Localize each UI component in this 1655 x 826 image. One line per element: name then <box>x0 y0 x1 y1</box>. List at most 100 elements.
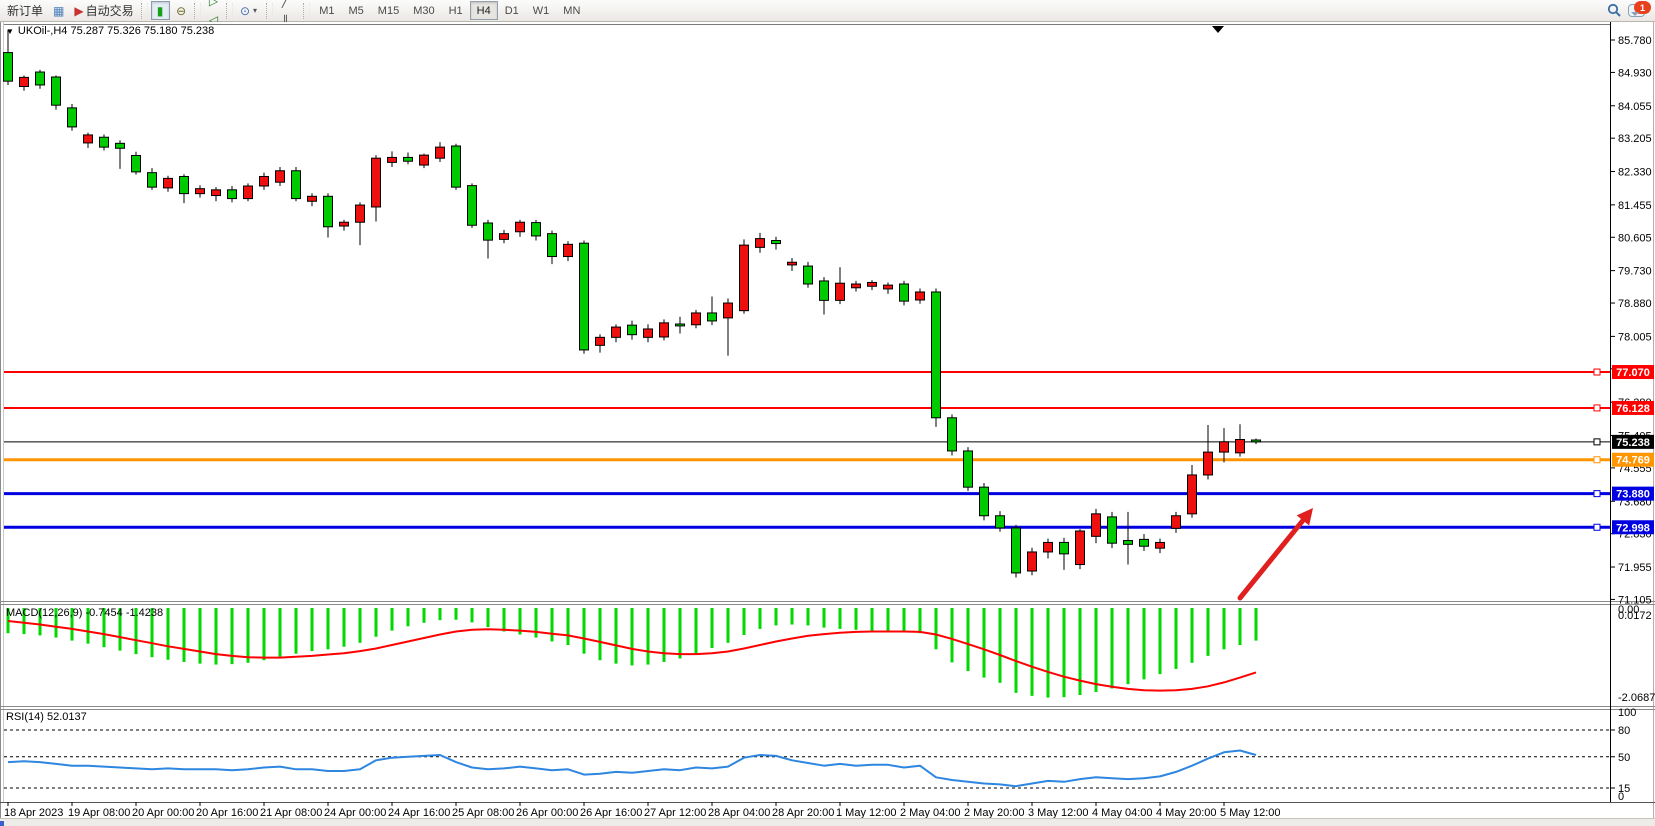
time-label: 28 Apr 04:00 <box>708 807 770 818</box>
candle-body <box>148 173 157 187</box>
price-badge-label: 73.880 <box>1616 489 1650 501</box>
macd-histogram-bar <box>535 608 538 638</box>
auto-scroll-button[interactable]: ▷ <box>204 0 223 11</box>
candle-body <box>868 282 877 286</box>
candle-body <box>964 451 973 487</box>
autotrade-label: 自动交易 <box>86 2 134 19</box>
candle-body <box>452 146 461 187</box>
candle-body <box>692 313 701 325</box>
price-tick-label: 78.005 <box>1618 331 1652 343</box>
macd-histogram-bar <box>791 608 794 625</box>
candle-body <box>340 222 349 226</box>
macd-histogram-bar <box>1127 608 1130 684</box>
candle-body <box>580 243 589 350</box>
macd-histogram-bar <box>839 608 842 629</box>
candle-body <box>100 137 109 147</box>
timeframe-button-m1[interactable]: M1 <box>312 1 341 20</box>
dropdown-caret-icon[interactable]: ▾ <box>253 6 257 15</box>
candle-body <box>644 329 653 337</box>
macd-histogram-bar <box>551 608 554 641</box>
candlestick-chart-button[interactable]: ▮ <box>151 1 170 20</box>
zoom-out-button[interactable]: ⊖ <box>172 1 191 20</box>
macd-histogram-bar <box>1159 608 1162 674</box>
candle-body <box>1060 542 1069 553</box>
line-handle[interactable] <box>1594 491 1600 497</box>
chart-title: ▼ UKOil-,H4 75.287 75.326 75.180 75.238 <box>6 25 214 37</box>
macd-histogram-bar <box>855 608 858 630</box>
time-label: 19 Apr 08:00 <box>68 807 130 818</box>
toolbar-grip <box>194 3 201 19</box>
line-handle[interactable] <box>1594 439 1600 445</box>
candle-body <box>676 324 685 326</box>
candle-body <box>228 190 237 199</box>
macd-histogram-bar <box>583 608 586 654</box>
timeframe-button-h4[interactable]: H4 <box>470 1 498 20</box>
candle-body <box>804 266 813 284</box>
time-label: 5 May 12:00 <box>1220 807 1281 818</box>
timeframe-button-h1[interactable]: H1 <box>442 1 470 20</box>
line-handle[interactable] <box>1594 369 1600 375</box>
candle-body <box>708 313 717 321</box>
timeframe-button-mn[interactable]: MN <box>556 1 587 20</box>
candle-body <box>1172 516 1181 529</box>
new-order-button[interactable]: 新订单 <box>3 1 47 20</box>
macd-histogram-bar <box>263 608 266 660</box>
macd-histogram-bar <box>1175 608 1178 669</box>
timeframe-button-w1[interactable]: W1 <box>526 1 557 20</box>
candle-body <box>164 178 173 188</box>
periods-button[interactable]: ⊙▾ <box>236 1 261 20</box>
search-icon[interactable] <box>1607 3 1622 18</box>
chart-canvas[interactable]: 85.78084.93084.05583.20582.33081.45580.6… <box>0 22 1655 818</box>
market-watch-icon[interactable]: ▦ <box>49 1 68 20</box>
candle-body <box>116 143 125 148</box>
line-handle[interactable] <box>1594 405 1600 411</box>
time-label: 2 May 20:00 <box>964 807 1025 818</box>
macd-histogram-bar <box>711 608 714 648</box>
line-handle[interactable] <box>1594 524 1600 530</box>
price-badge-label: 77.070 <box>1616 367 1650 379</box>
macd-histogram-bar <box>1095 608 1098 692</box>
candle-body <box>84 135 93 143</box>
candle-body <box>1012 528 1021 573</box>
macd-histogram-bar <box>1031 608 1034 696</box>
line-handle[interactable] <box>1594 457 1600 463</box>
macd-histogram-bar <box>1223 608 1226 649</box>
macd-histogram-bar <box>247 608 250 663</box>
candle-body <box>884 285 893 289</box>
timeframe-button-m30[interactable]: M30 <box>406 1 441 20</box>
macd-histogram-bar <box>183 608 186 662</box>
chat-badge: 1 <box>1634 1 1651 14</box>
macd-histogram-bar <box>1191 608 1194 663</box>
price-badge-label: 72.998 <box>1616 522 1650 534</box>
macd-histogram-bar <box>743 608 746 635</box>
candle-body <box>724 303 733 318</box>
macd-histogram-bar <box>199 608 202 664</box>
macd-histogram-bar <box>359 608 362 643</box>
timeframe-button-m15[interactable]: M15 <box>371 1 406 20</box>
timeframe-button-d1[interactable]: D1 <box>498 1 526 20</box>
time-label: 3 May 12:00 <box>1028 807 1089 818</box>
candle-body <box>1252 440 1261 442</box>
candle-body <box>772 241 781 244</box>
macd-histogram-bar <box>295 608 298 654</box>
time-label: 25 Apr 08:00 <box>452 807 514 818</box>
candle-body <box>980 487 989 516</box>
candle-body <box>1028 552 1037 571</box>
timeframe-button-m5[interactable]: M5 <box>342 1 371 20</box>
rsi-axis-label: 50 <box>1618 752 1630 764</box>
time-label: 20 Apr 00:00 <box>132 807 194 818</box>
candle-body <box>468 186 477 226</box>
macd-histogram-bar <box>807 608 810 625</box>
current-candle-marker <box>1212 26 1224 33</box>
candle-body <box>1236 440 1245 453</box>
chat-icon[interactable]: 1 <box>1628 4 1645 17</box>
price-badge-label: 76.128 <box>1616 403 1650 415</box>
trend-arrow[interactable] <box>1240 520 1303 598</box>
macd-indicator-label: MACD(12,26,9) -0.7454 -1.4238 <box>6 607 163 619</box>
symbol-dropdown-icon[interactable]: ▼ <box>6 27 14 36</box>
macd-histogram-bar <box>1063 608 1066 697</box>
trendline-button[interactable]: ╱ <box>276 0 295 11</box>
macd-histogram-bar <box>455 608 458 620</box>
price-tick-label: 79.730 <box>1618 266 1652 278</box>
autotrade-button[interactable]: ▶ 自动交易 <box>70 1 137 20</box>
